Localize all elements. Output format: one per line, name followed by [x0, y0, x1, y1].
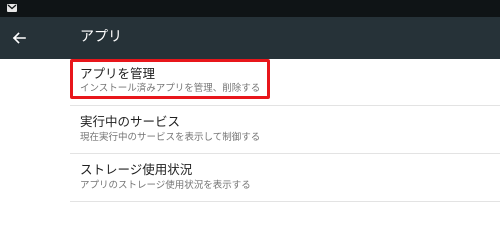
page-title: アプリ: [80, 29, 122, 45]
status-bar: [0, 0, 500, 17]
list-item-running-services[interactable]: 実行中のサービス 現在実行中のサービスを表示して制御する: [70, 106, 500, 153]
divider: [70, 201, 500, 202]
back-button[interactable]: [6, 25, 32, 51]
toolbar: アプリ: [0, 17, 500, 59]
item-title: 実行中のサービス: [80, 114, 181, 129]
list-item-storage-usage[interactable]: ストレージ使用状況 アプリのストレージ使用状況を表示する: [70, 154, 500, 201]
item-summary: アプリのストレージ使用状況を表示する: [80, 180, 251, 191]
highlight-box: [70, 59, 270, 99]
item-title: ストレージ使用状況: [80, 162, 193, 177]
gmail-icon: [7, 4, 17, 12]
item-summary: 現在実行中のサービスを表示して制御する: [80, 132, 261, 143]
arrow-left-icon: [12, 32, 26, 44]
